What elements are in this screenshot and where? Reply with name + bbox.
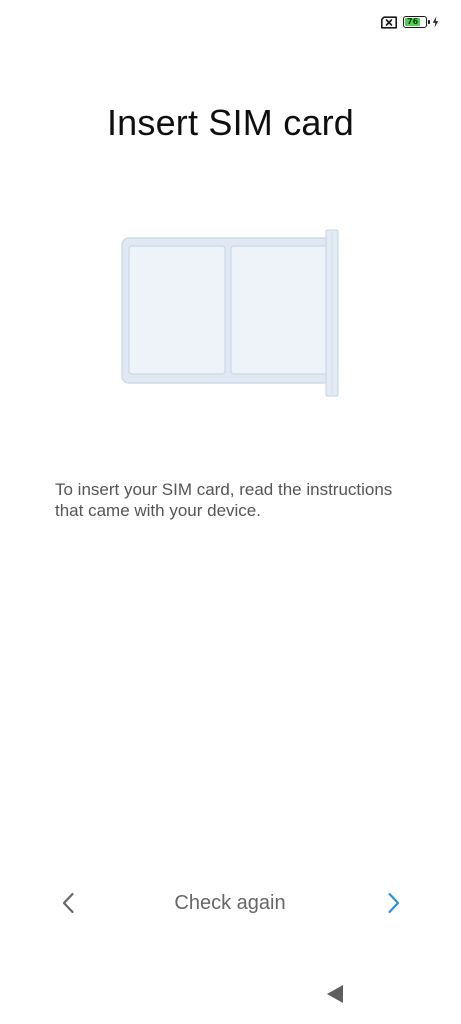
back-triangle-icon [327,985,343,1003]
page-title: Insert SIM card [106,102,355,143]
next-button[interactable] [380,890,406,916]
battery-icon: 76 [403,16,430,28]
system-back-button[interactable] [324,983,346,1005]
previous-button[interactable] [56,890,82,916]
battery-fill: 76 [405,17,421,26]
no-sim-icon [380,15,398,29]
charging-icon [432,16,439,28]
sim-tray-icon [120,228,342,403]
battery-level: 76 [407,17,419,26]
status-bar: 76 [380,12,439,32]
chevron-right-icon [388,892,400,914]
check-again-button[interactable]: Check again [130,890,330,916]
instructions-text: To insert your SIM card, read the instru… [55,480,393,520]
chevron-left-icon [62,892,74,914]
